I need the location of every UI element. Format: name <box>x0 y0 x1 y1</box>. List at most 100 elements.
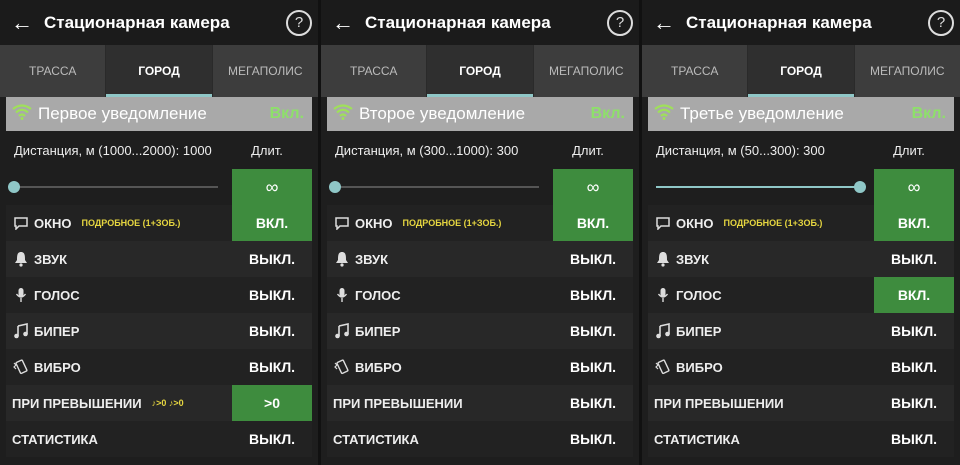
tab-gorod[interactable]: ГОРОД <box>747 45 854 97</box>
help-icon[interactable]: ? <box>928 9 954 36</box>
setting-toggle[interactable]: >0 <box>232 385 312 421</box>
notification-header[interactable]: Третье уведомление Вкл. <box>648 97 954 131</box>
chat-icon <box>12 216 30 230</box>
setting-toggle[interactable]: ВЫКЛ. <box>553 421 633 457</box>
distance-slider[interactable] <box>329 177 539 197</box>
setting-toggle[interactable]: ВЫКЛ. <box>232 313 312 349</box>
setting-row: ЗВУК ВЫКЛ. <box>648 241 954 277</box>
setting-toggle[interactable]: ВЫКЛ. <box>553 241 633 277</box>
setting-label-wrap: БИПЕР <box>327 323 553 339</box>
setting-label-wrap: ВИБРО <box>648 359 874 375</box>
setting-toggle[interactable]: ВЫКЛ. <box>553 313 633 349</box>
setting-toggle[interactable]: ВЫКЛ. <box>874 241 954 277</box>
setting-toggle[interactable]: ВЫКЛ. <box>232 277 312 313</box>
setting-toggle[interactable]: ВЫКЛ. <box>874 421 954 457</box>
tab-trassa[interactable]: ТРАССА <box>0 45 105 97</box>
setting-toggle[interactable]: ВЫКЛ. <box>874 313 954 349</box>
tab-megapolis[interactable]: МЕГАПОЛИС <box>853 45 960 97</box>
tab-megapolis[interactable]: МЕГАПОЛИС <box>532 45 639 97</box>
chat-icon <box>333 216 351 230</box>
setting-label: ГОЛОС <box>34 287 80 303</box>
distance-row: Дистанция, м (50...300): 300 Длит. <box>642 131 960 169</box>
setting-label: СТАТИСТИКА <box>333 431 419 447</box>
mic-icon <box>12 287 30 303</box>
distance-slider[interactable] <box>8 177 218 197</box>
signal-icon <box>333 103 355 125</box>
setting-toggle[interactable]: ВЫКЛ. <box>232 241 312 277</box>
bell-icon <box>654 251 672 267</box>
tab-megapolis[interactable]: МЕГАПОЛИС <box>211 45 318 97</box>
note-icon <box>12 323 30 339</box>
notification-state[interactable]: Вкл. <box>912 105 946 123</box>
tab-gorod[interactable]: ГОРОД <box>426 45 533 97</box>
screens-container: ← Стационарная камера ? ТРАССА ГОРОД МЕГ… <box>0 0 960 465</box>
slider-track <box>14 186 218 188</box>
notification-state[interactable]: Вкл. <box>591 105 625 123</box>
signal-icon <box>12 103 34 125</box>
slider-thumb[interactable] <box>854 181 866 193</box>
duration-infinity-button[interactable]: ∞ <box>553 169 633 205</box>
distance-slider[interactable] <box>656 177 866 197</box>
distance-label: Дистанция, м (50...300): 300 <box>656 142 825 158</box>
setting-label-wrap: ОКНО ПОДРОБНОЕ (1+ЗОБ.) <box>6 216 232 231</box>
setting-label-wrap: ОКНО ПОДРОБНОЕ (1+ЗОБ.) <box>648 216 874 231</box>
setting-toggle[interactable]: ВЫКЛ. <box>874 349 954 385</box>
distance-label: Дистанция, м (300...1000): 300 <box>335 142 519 158</box>
setting-row: ГОЛОС ВЫКЛ. <box>6 277 312 313</box>
setting-row: ПРИ ПРЕВЫШЕНИИ ♪>0 ♪>0 >0 <box>6 385 312 421</box>
distance-slider-row: ∞ <box>6 169 312 205</box>
distance-label: Дистанция, м (1000...2000): 1000 <box>14 142 212 158</box>
setting-toggle[interactable]: ВЫКЛ. <box>232 349 312 385</box>
setting-row: ОКНО ПОДРОБНОЕ (1+ЗОБ.) ВКЛ. <box>327 205 633 241</box>
setting-toggle[interactable]: ВЫКЛ. <box>232 421 312 457</box>
tab-trassa[interactable]: ТРАССА <box>321 45 426 97</box>
distance-row: Дистанция, м (300...1000): 300 Длит. <box>321 131 639 169</box>
notification-state[interactable]: Вкл. <box>270 105 304 123</box>
back-arrow-icon[interactable]: ← <box>0 10 44 36</box>
setting-label-wrap: ГОЛОС <box>327 287 553 303</box>
help-icon[interactable]: ? <box>607 9 633 36</box>
setting-row: ВИБРО ВЫКЛ. <box>327 349 633 385</box>
setting-toggle[interactable]: ВКЛ. <box>553 205 633 241</box>
setting-toggle[interactable]: ВЫКЛ. <box>874 385 954 421</box>
tab-bar: ТРАССА ГОРОД МЕГАПОЛИС <box>0 45 318 97</box>
setting-label-wrap: БИПЕР <box>648 323 874 339</box>
setting-label-wrap: ПРИ ПРЕВЫШЕНИИ <box>327 396 553 411</box>
setting-label: ВИБРО <box>34 359 81 375</box>
setting-label: ГОЛОС <box>355 287 401 303</box>
notification-title: Первое уведомление <box>38 104 207 123</box>
setting-row: ПРИ ПРЕВЫШЕНИИ ВЫКЛ. <box>327 385 633 421</box>
setting-toggle[interactable]: ВКЛ. <box>874 277 954 313</box>
setting-row: ЗВУК ВЫКЛ. <box>327 241 633 277</box>
notification-header[interactable]: Первое уведомление Вкл. <box>6 97 312 131</box>
setting-toggle[interactable]: ВКЛ. <box>232 205 312 241</box>
setting-toggle[interactable]: ВЫКЛ. <box>553 385 633 421</box>
tab-gorod[interactable]: ГОРОД <box>105 45 212 97</box>
slider-thumb[interactable] <box>8 181 20 193</box>
duration-infinity-button[interactable]: ∞ <box>232 169 312 205</box>
setting-toggle[interactable]: ВЫКЛ. <box>553 277 633 313</box>
setting-toggle[interactable]: ВЫКЛ. <box>553 349 633 385</box>
setting-sublabel: ПОДРОБНОЕ (1+ЗОБ.) <box>402 218 502 228</box>
setting-toggle[interactable]: ВКЛ. <box>874 205 954 241</box>
notification-header[interactable]: Второе уведомление Вкл. <box>327 97 633 131</box>
setting-label: ГОЛОС <box>676 287 722 303</box>
duration-infinity-button[interactable]: ∞ <box>874 169 954 205</box>
setting-row: ЗВУК ВЫКЛ. <box>6 241 312 277</box>
slider-thumb[interactable] <box>329 181 341 193</box>
setting-label: БИПЕР <box>34 323 80 339</box>
back-arrow-icon[interactable]: ← <box>321 10 365 36</box>
setting-row: ГОЛОС ВКЛ. <box>648 277 954 313</box>
notification-title: Второе уведомление <box>359 104 526 123</box>
setting-label-wrap: ОКНО ПОДРОБНОЕ (1+ЗОБ.) <box>327 216 553 231</box>
setting-label-wrap: ЗВУК <box>648 251 874 267</box>
setting-row: ГОЛОС ВЫКЛ. <box>327 277 633 313</box>
back-arrow-icon[interactable]: ← <box>642 10 686 36</box>
help-icon[interactable]: ? <box>286 9 312 36</box>
setting-label: СТАТИСТИКА <box>654 431 740 447</box>
tab-trassa[interactable]: ТРАССА <box>642 45 747 97</box>
bell-icon <box>12 251 30 267</box>
setting-label: ОКНО <box>355 215 393 231</box>
setting-row: ВИБРО ВЫКЛ. <box>6 349 312 385</box>
screen-2: ← Стационарная камера ? ТРАССА ГОРОД МЕГ… <box>321 0 639 465</box>
